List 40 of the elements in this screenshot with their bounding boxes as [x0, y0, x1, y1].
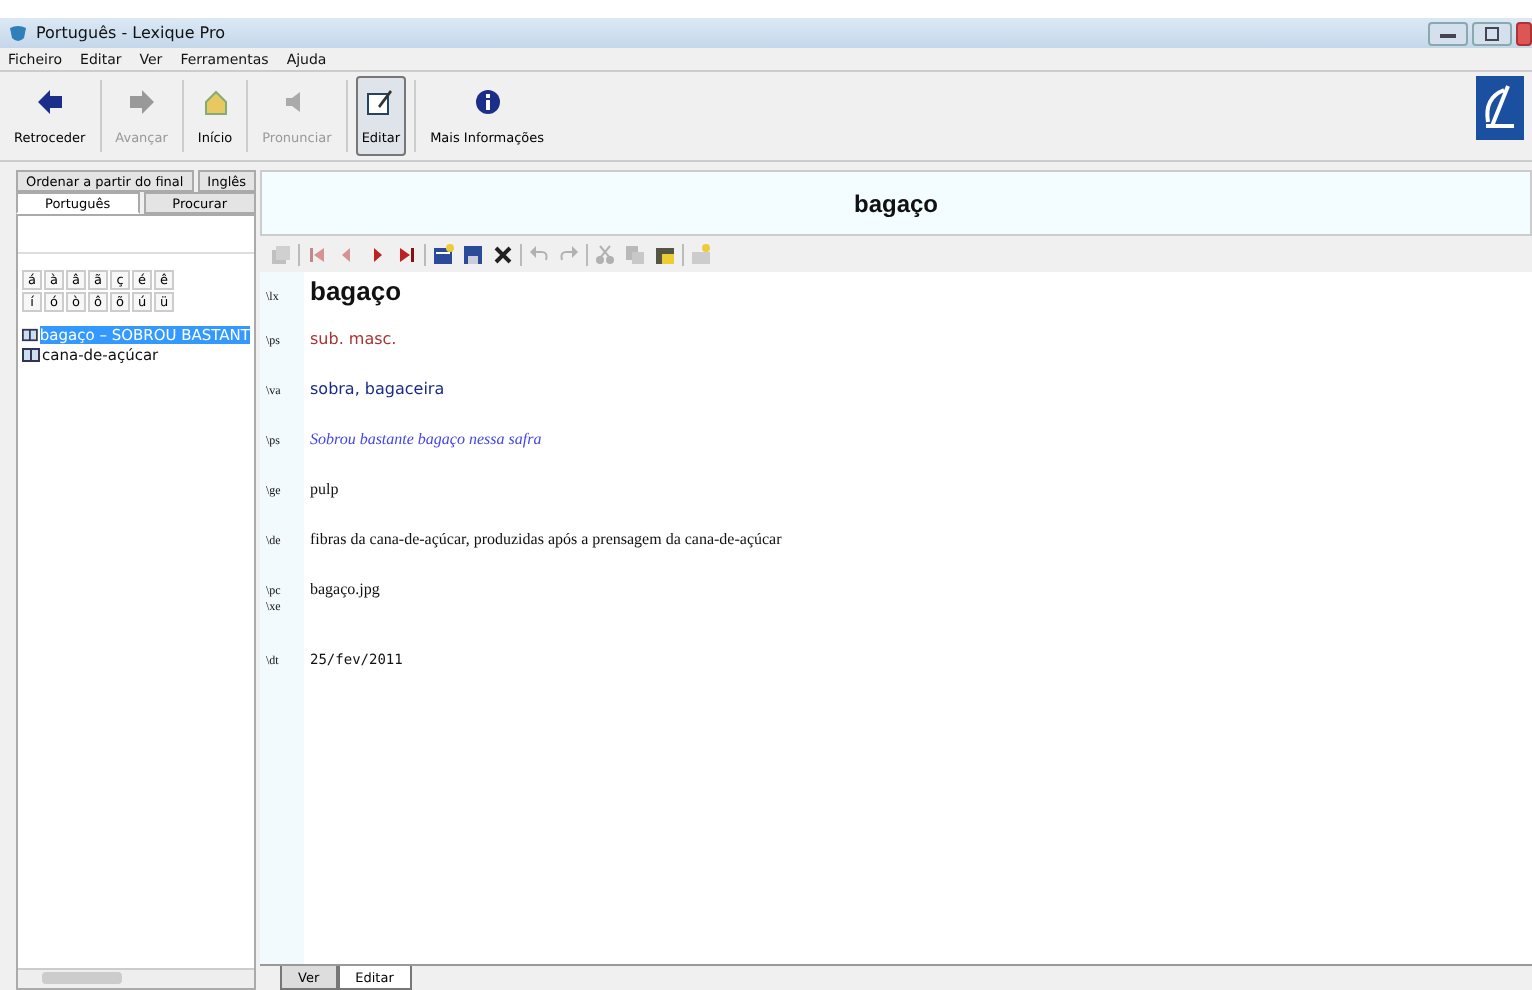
clipboard-icon — [654, 243, 676, 265]
book-icon — [22, 347, 40, 361]
field-value[interactable]: bagaço.jpg — [310, 580, 380, 598]
redo-icon — [558, 243, 580, 265]
app-icon — [8, 23, 28, 43]
new-record-icon — [432, 243, 454, 265]
undo-icon — [528, 243, 550, 265]
first-icon — [306, 243, 328, 265]
maximize-button[interactable] — [1472, 21, 1512, 45]
window-title: Português - Lexique Pro — [36, 24, 225, 42]
logo-icon — [1476, 76, 1524, 140]
last-icon — [396, 243, 418, 265]
save-icon — [462, 243, 484, 265]
delete-button[interactable] — [490, 243, 516, 265]
arrow-right-icon — [127, 87, 156, 115]
scrollbar[interactable] — [18, 968, 254, 988]
edit-icon — [366, 87, 395, 115]
copy-icon — [270, 243, 292, 265]
info-icon — [473, 87, 502, 115]
clipboard-button[interactable] — [652, 243, 678, 265]
last-button[interactable] — [394, 243, 420, 265]
field-value[interactable]: sobra, bagaceira — [310, 380, 445, 398]
field-value[interactable]: pulp — [310, 480, 339, 498]
paste-icon — [624, 243, 646, 265]
book-icon — [22, 327, 38, 341]
field-value[interactable]: bagaço — [310, 276, 402, 306]
maximize-icon — [1484, 25, 1500, 41]
minimize-icon — [1440, 29, 1456, 37]
delete-icon — [492, 243, 514, 265]
arrow-left-icon — [35, 87, 64, 115]
house-icon — [201, 87, 229, 115]
field-value[interactable]: sub. masc. — [310, 330, 397, 348]
minimize-button[interactable] — [1428, 21, 1468, 45]
entry-title: bagaço — [260, 170, 1532, 236]
new-button[interactable] — [430, 243, 456, 265]
close-button[interactable] — [1516, 21, 1532, 45]
field-value[interactable]: fibras da cana-de-açúcar, produzidas após a prensagem da cana-de-açúcar — [310, 530, 782, 548]
save-button[interactable] — [460, 243, 486, 265]
field-value[interactable]: Sobrou bastante bagaço nessa safra — [310, 430, 542, 448]
scissors-icon — [594, 243, 616, 265]
